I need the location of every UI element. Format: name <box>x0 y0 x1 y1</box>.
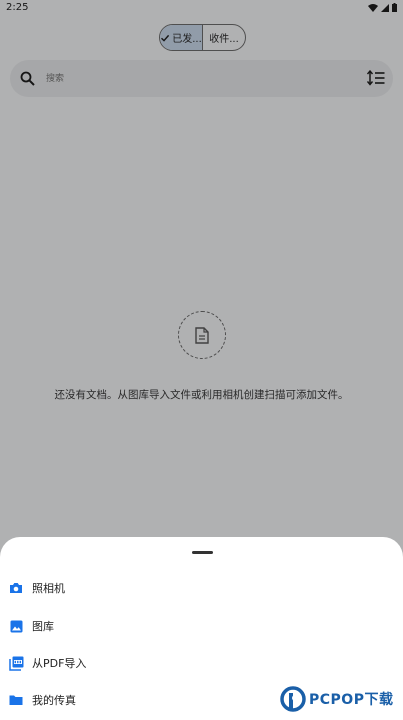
sheet-item-my-faxes-label: 我的传真 <box>32 694 76 707</box>
pdf-icon <box>8 655 24 671</box>
folder-icon <box>8 692 24 708</box>
sheet-item-pdf-import-label: 从PDF导入 <box>32 657 87 670</box>
sheet-item-pdf-import[interactable]: 从PDF导入 <box>0 646 403 680</box>
watermark-text: PCPOP下载 <box>309 692 394 708</box>
sheet-item-gallery[interactable]: 图库 <box>0 609 403 643</box>
sheet-drag-handle[interactable] <box>192 551 213 554</box>
image-icon <box>8 618 24 634</box>
import-bottom-sheet: 照相机 图库 从PDF导入 我的传真 PCPOP下载 <box>0 537 403 720</box>
sheet-item-camera[interactable]: 照相机 <box>0 571 403 605</box>
pcpop-logo-icon <box>280 686 306 712</box>
sheet-item-camera-label: 照相机 <box>32 582 65 595</box>
camera-icon <box>8 580 24 596</box>
sheet-item-gallery-label: 图库 <box>32 620 54 633</box>
watermark: PCPOP下载 <box>280 684 400 714</box>
